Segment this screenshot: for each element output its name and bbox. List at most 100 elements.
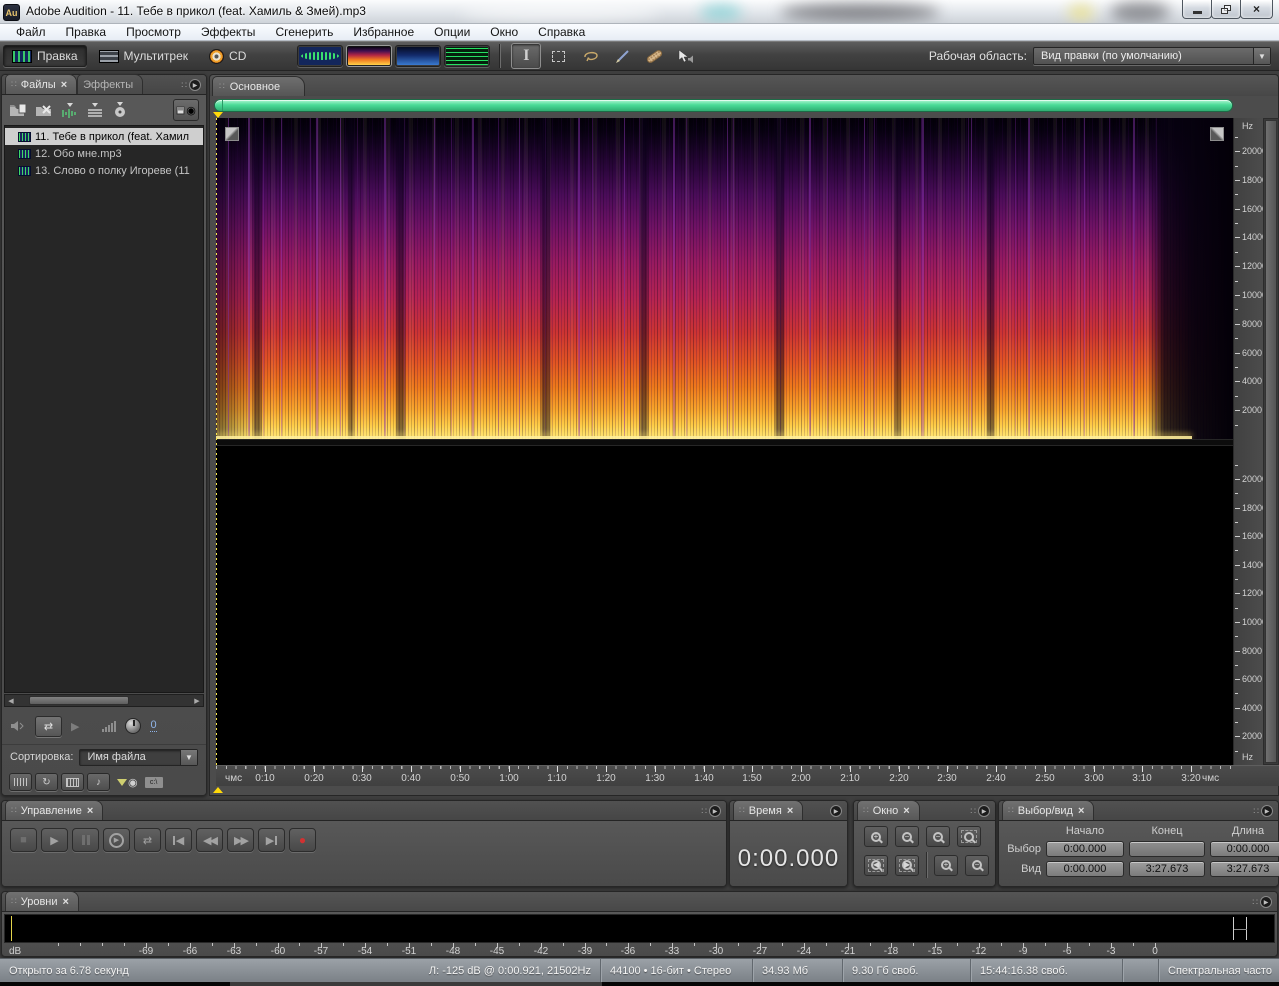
- db-ruler[interactable]: dB-69-66-63-60-57-54-51-48-45-42-39-36-3…: [4, 943, 1275, 957]
- spectrogram-left-channel[interactable]: [216, 118, 1233, 439]
- tab-time[interactable]: ∷ Время ×: [733, 800, 803, 820]
- show-options-button[interactable]: ◉: [173, 99, 199, 121]
- loop-preview-button[interactable]: ⇄: [35, 716, 62, 737]
- minimize-button[interactable]: [1182, 0, 1212, 19]
- tab-levels[interactable]: ∷ Уровни ×: [5, 891, 79, 911]
- selection-end-field[interactable]: [1129, 841, 1205, 857]
- time-ruler[interactable]: 0:100:200:300:400:501:001:101:201:301:40…: [216, 765, 1279, 786]
- tab-close-icon[interactable]: ×: [61, 79, 67, 91]
- scroll-left-icon[interactable]: ◀: [5, 695, 17, 706]
- zoom-out-vertical-button[interactable]: −: [965, 855, 989, 876]
- spectral-pan-display-button[interactable]: [395, 45, 441, 67]
- channel-corner-handle-icon[interactable]: [1210, 127, 1224, 141]
- menu-item-0[interactable]: Файл: [6, 24, 56, 40]
- menu-item-2[interactable]: Просмотр: [116, 24, 191, 40]
- show-video-files-toggle[interactable]: [61, 773, 84, 791]
- file-list-hscrollbar[interactable]: ◀ ▶: [4, 694, 204, 707]
- insert-into-multitrack-button[interactable]: [86, 102, 104, 118]
- file-list-item[interactable]: 11. Тебе в прикол (feat. Хамил: [5, 128, 203, 145]
- playhead-line[interactable]: [216, 118, 217, 765]
- spectral-display[interactable]: [216, 118, 1233, 765]
- file-list-item[interactable]: 12. Обо мне.mp3: [5, 145, 203, 162]
- insert-into-cd-button[interactable]: [111, 102, 129, 118]
- playhead-marker-bottom-icon[interactable]: [213, 787, 223, 793]
- show-midi-files-toggle[interactable]: ♪: [87, 773, 110, 791]
- tab-selview[interactable]: ∷ Выбор/вид ×: [1002, 800, 1094, 820]
- play-button[interactable]: ▶: [41, 828, 68, 852]
- panel-menu-icon[interactable]: ▶: [1261, 805, 1273, 817]
- scroll-right-icon[interactable]: ▶: [191, 695, 203, 706]
- tab-close-icon[interactable]: ×: [87, 805, 93, 817]
- multitrack-view-button[interactable]: Мультитрек: [90, 45, 197, 67]
- go-to-start-button[interactable]: ◀: [165, 828, 192, 852]
- preview-play-button[interactable]: ▶: [71, 720, 79, 733]
- transport-panel-menu[interactable]: ∷ ▶: [701, 805, 721, 817]
- app-icon[interactable]: Au: [3, 4, 20, 21]
- tab-files[interactable]: ∷ Файлы ×: [5, 74, 77, 94]
- file-list-item[interactable]: 13. Слово о полку Игореве (11: [5, 162, 203, 179]
- zoom-out-full-button[interactable]: −: [926, 826, 950, 847]
- cd-view-button[interactable]: CD: [200, 45, 255, 68]
- workspace-dropdown[interactable]: Вид правки (по умолчанию) ▼: [1033, 47, 1271, 65]
- panel-menu-icon[interactable]: ▶: [830, 805, 842, 817]
- close-button[interactable]: ×: [1240, 0, 1273, 19]
- menu-item-3[interactable]: Эффекты: [191, 24, 266, 40]
- selection-length-field[interactable]: 0:00.000: [1210, 841, 1279, 857]
- play-looped-button[interactable]: ⇄: [134, 828, 161, 852]
- zoom-to-selection-right-button[interactable]: ▶: [895, 855, 919, 876]
- view-end-field[interactable]: 3:27.673: [1129, 861, 1205, 877]
- zoom-to-selection-button[interactable]: [957, 826, 981, 847]
- follow-playback-speaker-icon[interactable]: [10, 720, 26, 732]
- play-from-cursor-button[interactable]: ▶: [103, 828, 130, 852]
- tab-close-icon[interactable]: ×: [63, 896, 69, 908]
- close-file-button[interactable]: [35, 103, 54, 118]
- zoom-panel-menu[interactable]: ∷ ▶: [970, 805, 990, 817]
- scrub-tool[interactable]: [671, 43, 701, 69]
- spot-healing-brush-tool[interactable]: [639, 43, 669, 69]
- sort-dropdown[interactable]: Имя файла ▼: [79, 749, 198, 766]
- selview-panel-menu[interactable]: ∷ ▶: [1253, 805, 1273, 817]
- vertical-scrollbar[interactable]: [1263, 118, 1279, 765]
- preview-volume-value[interactable]: 0: [150, 720, 156, 732]
- panel-menu-icon[interactable]: ▶: [189, 79, 201, 91]
- vscroll-thumb[interactable]: [1265, 120, 1277, 763]
- levels-panel-menu[interactable]: ∷ ▶: [1252, 896, 1272, 908]
- menu-item-6[interactable]: Опции: [424, 24, 480, 40]
- go-to-end-button[interactable]: ▶: [258, 828, 285, 852]
- menu-item-8[interactable]: Справка: [528, 24, 595, 40]
- panel-menu-icon[interactable]: ▶: [1260, 896, 1272, 908]
- time-panel-menu[interactable]: ▶: [830, 805, 842, 817]
- marquee-selection-tool[interactable]: [543, 43, 573, 69]
- tab-zoom[interactable]: ∷ Окно ×: [857, 800, 920, 820]
- time-selection-tool[interactable]: I: [511, 43, 541, 69]
- tab-close-icon[interactable]: ×: [787, 805, 793, 817]
- fast-forward-button[interactable]: ▶▶: [227, 828, 254, 852]
- record-button[interactable]: ●: [289, 828, 316, 852]
- tab-close-icon[interactable]: ×: [1078, 805, 1084, 817]
- menu-item-5[interactable]: Избранное: [343, 24, 424, 40]
- menu-item-1[interactable]: Правка: [56, 24, 117, 40]
- chevron-down-icon[interactable]: ▼: [180, 750, 197, 765]
- selection-start-field[interactable]: 0:00.000: [1046, 841, 1124, 857]
- level-meter[interactable]: [4, 914, 1275, 943]
- view-start-field[interactable]: 0:00.000: [1046, 861, 1124, 877]
- menu-item-4[interactable]: Сгенерить: [265, 24, 343, 40]
- chevron-down-icon[interactable]: ▼: [1253, 48, 1270, 64]
- preview-volume-knob[interactable]: [125, 718, 141, 734]
- frequency-ruler[interactable]: 2000400060008000100001200014000160001800…: [1233, 118, 1263, 765]
- lasso-selection-tool[interactable]: [575, 43, 605, 69]
- zoom-to-selection-left-button[interactable]: ◀: [864, 855, 888, 876]
- files-panel-menu[interactable]: ∷ ▶: [181, 79, 201, 91]
- zoom-out-horizontal-button[interactable]: −: [895, 826, 919, 847]
- tab-main-file[interactable]: ∷ Основное: [212, 76, 305, 96]
- tab-close-icon[interactable]: ×: [903, 805, 909, 817]
- effects-paintbrush-tool[interactable]: [607, 43, 637, 69]
- title-bar[interactable]: Au Adobe Audition - 11. Тебе в прикол (f…: [0, 0, 1279, 24]
- show-audio-files-toggle[interactable]: [9, 773, 32, 791]
- view-length-field[interactable]: 3:27.673: [1210, 861, 1279, 877]
- panel-menu-icon[interactable]: ▶: [978, 805, 990, 817]
- edit-view-button[interactable]: Правка: [3, 45, 87, 67]
- menu-item-7[interactable]: Окно: [480, 24, 528, 40]
- import-file-button[interactable]: [9, 103, 28, 118]
- tab-transport[interactable]: ∷ Управление ×: [5, 800, 103, 820]
